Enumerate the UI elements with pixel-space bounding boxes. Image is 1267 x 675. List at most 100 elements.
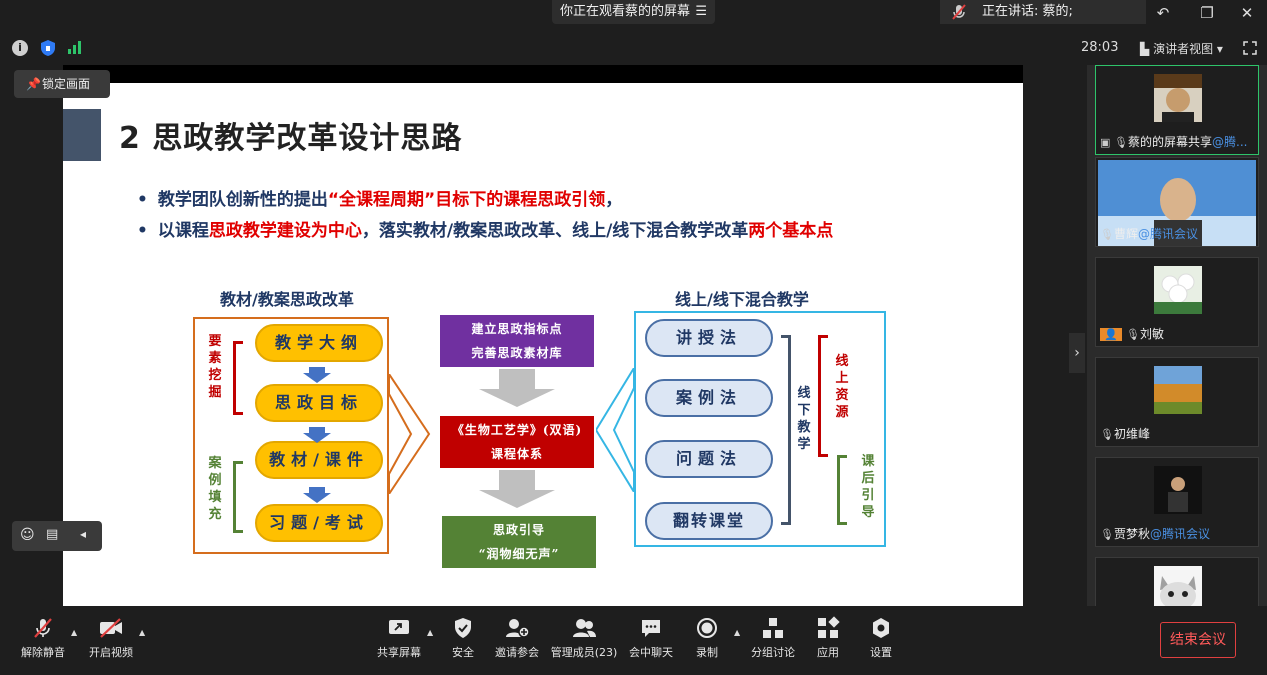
record-label: 录制 bbox=[696, 646, 718, 659]
share-screen-icon bbox=[389, 620, 409, 634]
bullet-2-part3: ，落实教材/教案思政改革、线上/线下混合教学改革 bbox=[361, 221, 749, 241]
participant-name: 👤 🎙刘敏 bbox=[1100, 325, 1164, 342]
unmute-label: 解除静音 bbox=[21, 646, 65, 659]
lock-screen-button[interactable]: 📌 锁定画面 bbox=[14, 70, 110, 98]
gray-down-arrow-icon bbox=[479, 470, 555, 508]
participant-name: 🎙初维峰 bbox=[1100, 427, 1151, 441]
left-chevron-arrow-icon bbox=[596, 368, 635, 492]
mic-icon: 🎙 bbox=[1100, 228, 1114, 241]
lock-screen-label: 锁定画面 bbox=[42, 77, 91, 91]
right-bracket-red bbox=[818, 335, 828, 457]
menu-icon[interactable]: ☰ bbox=[695, 0, 707, 24]
mid-bottom-box: 思政引导 “润物细无声” bbox=[442, 516, 596, 568]
back-icon[interactable]: ↶ bbox=[1152, 4, 1174, 24]
collapse-left-icon[interactable]: ◂ bbox=[80, 527, 86, 541]
slide-top-border bbox=[63, 65, 1023, 83]
participant-tile[interactable]: 🎙贾梦秋@腾讯会议 bbox=[1095, 457, 1259, 547]
chat-icon bbox=[642, 620, 660, 637]
share-status-pill[interactable]: 你正在观看蔡的的屏幕 ☰ bbox=[552, 0, 715, 24]
bullet-1: • 教学团队创新性的提出“全课程周期”目标下的课程思政引领， bbox=[137, 185, 622, 210]
manage-members-button[interactable]: 管理成员(23) bbox=[548, 616, 620, 660]
shield-icon[interactable] bbox=[40, 39, 56, 57]
avatar bbox=[1154, 74, 1202, 122]
right-chevron-arrow-icon bbox=[389, 374, 431, 494]
left-pill-3: 教材/课件 bbox=[255, 441, 383, 479]
mid-bottom-line-1: 思政引导 bbox=[492, 523, 545, 537]
settings-button[interactable]: 设置 bbox=[848, 616, 914, 660]
invite-button[interactable]: 邀请参会 bbox=[484, 616, 550, 660]
left-pill-2: 思政目标 bbox=[255, 384, 383, 422]
participant-tile[interactable]: 🎙初维峰 bbox=[1095, 357, 1259, 447]
share-screen-label: 共享屏幕 bbox=[377, 646, 421, 659]
apps-label: 应用 bbox=[817, 646, 839, 659]
unmute-button[interactable]: 解除静音 bbox=[10, 616, 76, 660]
chat-label: 会中聊天 bbox=[629, 646, 673, 659]
avatar bbox=[1154, 266, 1202, 314]
bullet-dot: • bbox=[137, 190, 148, 210]
participant-tile[interactable] bbox=[1095, 557, 1259, 614]
close-window-icon[interactable]: ✕ bbox=[1236, 4, 1258, 24]
video-options-chevron-icon[interactable]: ▲ bbox=[139, 628, 145, 637]
left-pill-4: 习题/考试 bbox=[255, 504, 383, 542]
screen-share-icon: ▣ bbox=[1100, 136, 1111, 149]
mic-icon: 🎙 bbox=[1126, 328, 1140, 341]
emoji-icon[interactable]: ☺ bbox=[20, 527, 35, 543]
invite-label: 邀请参会 bbox=[495, 646, 539, 659]
mid-bottom-line-2: “润物细无声” bbox=[478, 547, 560, 561]
right-group-1-label: 线下教学 bbox=[797, 386, 811, 452]
pin-icon: 📌 bbox=[26, 77, 41, 91]
right-bracket-green bbox=[837, 455, 847, 525]
record-button[interactable]: 录制 bbox=[674, 616, 740, 660]
meeting-info-bar bbox=[0, 32, 1267, 64]
meeting-window: 你正在观看蔡的的屏幕 ☰ 正在讲话: 蔡的; ↶ ❐ ✕ i 28:03 ▙ 演… bbox=[0, 0, 1267, 675]
share-screen-button[interactable]: 共享屏幕 bbox=[366, 616, 432, 660]
info-icon[interactable]: i bbox=[12, 40, 28, 56]
start-video-button[interactable]: 开启视频 bbox=[78, 616, 144, 660]
sidebar-toggle-icon[interactable]: › bbox=[1069, 333, 1085, 373]
shield-check-icon bbox=[455, 618, 471, 638]
signal-icon[interactable] bbox=[67, 40, 83, 54]
fullscreen-icon[interactable] bbox=[1243, 41, 1257, 55]
manage-members-label: 管理成员(23) bbox=[550, 646, 618, 659]
participant-tile[interactable]: 👤 🎙刘敏 bbox=[1095, 257, 1259, 347]
bullet-2-highlight: 思政教学建设为中心 bbox=[208, 221, 362, 241]
title-accent-block bbox=[63, 109, 101, 161]
comment-icon[interactable]: ▤ bbox=[46, 527, 58, 542]
right-box-title: 线上/线下混合教学 bbox=[675, 290, 809, 309]
layout-icon: ▙ bbox=[1140, 42, 1150, 56]
left-group-2-label: 案例填充 bbox=[208, 456, 222, 522]
speaker-view-button[interactable]: ▙ 演讲者视图 ▾ bbox=[1140, 40, 1223, 57]
speaking-text: 正在讲话: 蔡的; bbox=[982, 4, 1073, 19]
participant-name: 🎙贾梦秋@腾讯会议 bbox=[1100, 527, 1211, 541]
mid-center-line-2: 课程体系 bbox=[490, 447, 543, 461]
chevron-down-icon: ▾ bbox=[1216, 42, 1223, 56]
avatar bbox=[1154, 366, 1202, 414]
right-group-2-label: 线上资源 bbox=[835, 354, 849, 420]
reaction-bar[interactable]: ☺ ▤ ◂ bbox=[12, 521, 102, 551]
bullet-2: • 以课程思政教学建设为中心，落实教材/教案思政改革、线上/线下混合教学改革两个基… bbox=[137, 216, 833, 241]
slide-title: 2 思政教学改革设计思路 bbox=[119, 121, 463, 156]
mic-options-chevron-icon[interactable]: ▲ bbox=[71, 628, 77, 637]
breakout-label: 分组讨论 bbox=[751, 646, 795, 659]
meeting-timer: 28:03 bbox=[1081, 40, 1119, 55]
left-bracket-green bbox=[233, 461, 243, 533]
left-group-1-label: 要素挖掘 bbox=[208, 334, 222, 400]
bullet-1-part1: 教学团队创新性的提出 bbox=[157, 190, 328, 210]
right-bracket-gray bbox=[781, 335, 791, 525]
left-bracket-red bbox=[233, 341, 243, 415]
members-icon bbox=[573, 619, 596, 637]
meeting-toolbar: 解除静音 ▲ 开启视频 ▲ 共享屏幕 ▲ 安全 邀请参会 管理成员(23) 会中… bbox=[0, 606, 1267, 675]
participant-tile[interactable]: ▣ 🎙蔡的的屏幕共享@腾... bbox=[1095, 65, 1259, 155]
participant-tile[interactable]: 🎙曹辉@腾讯会议 bbox=[1095, 157, 1259, 247]
end-meeting-button[interactable]: 结束会议 bbox=[1160, 622, 1236, 658]
avatar bbox=[1154, 466, 1202, 514]
user-badge-icon: 👤 bbox=[1100, 328, 1122, 341]
start-video-label: 开启视频 bbox=[89, 646, 133, 659]
mid-center-box: 《生物工艺学》(双语) 课程体系 bbox=[440, 416, 594, 468]
speaking-indicator: 正在讲话: 蔡的; bbox=[940, 0, 1146, 24]
participant-sidebar: ▣🎙蔡的的屏幕共享@腾... 🎙曹辉@腾讯会议 � bbox=[1087, 65, 1267, 614]
participant-name: ▣ 🎙蔡的的屏幕共享@腾... bbox=[1100, 135, 1248, 149]
restore-window-icon[interactable]: ❐ bbox=[1196, 4, 1218, 24]
bullet-2-highlight-2: 两个基本点 bbox=[748, 221, 834, 241]
right-pill-3: 问题法 bbox=[645, 440, 773, 478]
